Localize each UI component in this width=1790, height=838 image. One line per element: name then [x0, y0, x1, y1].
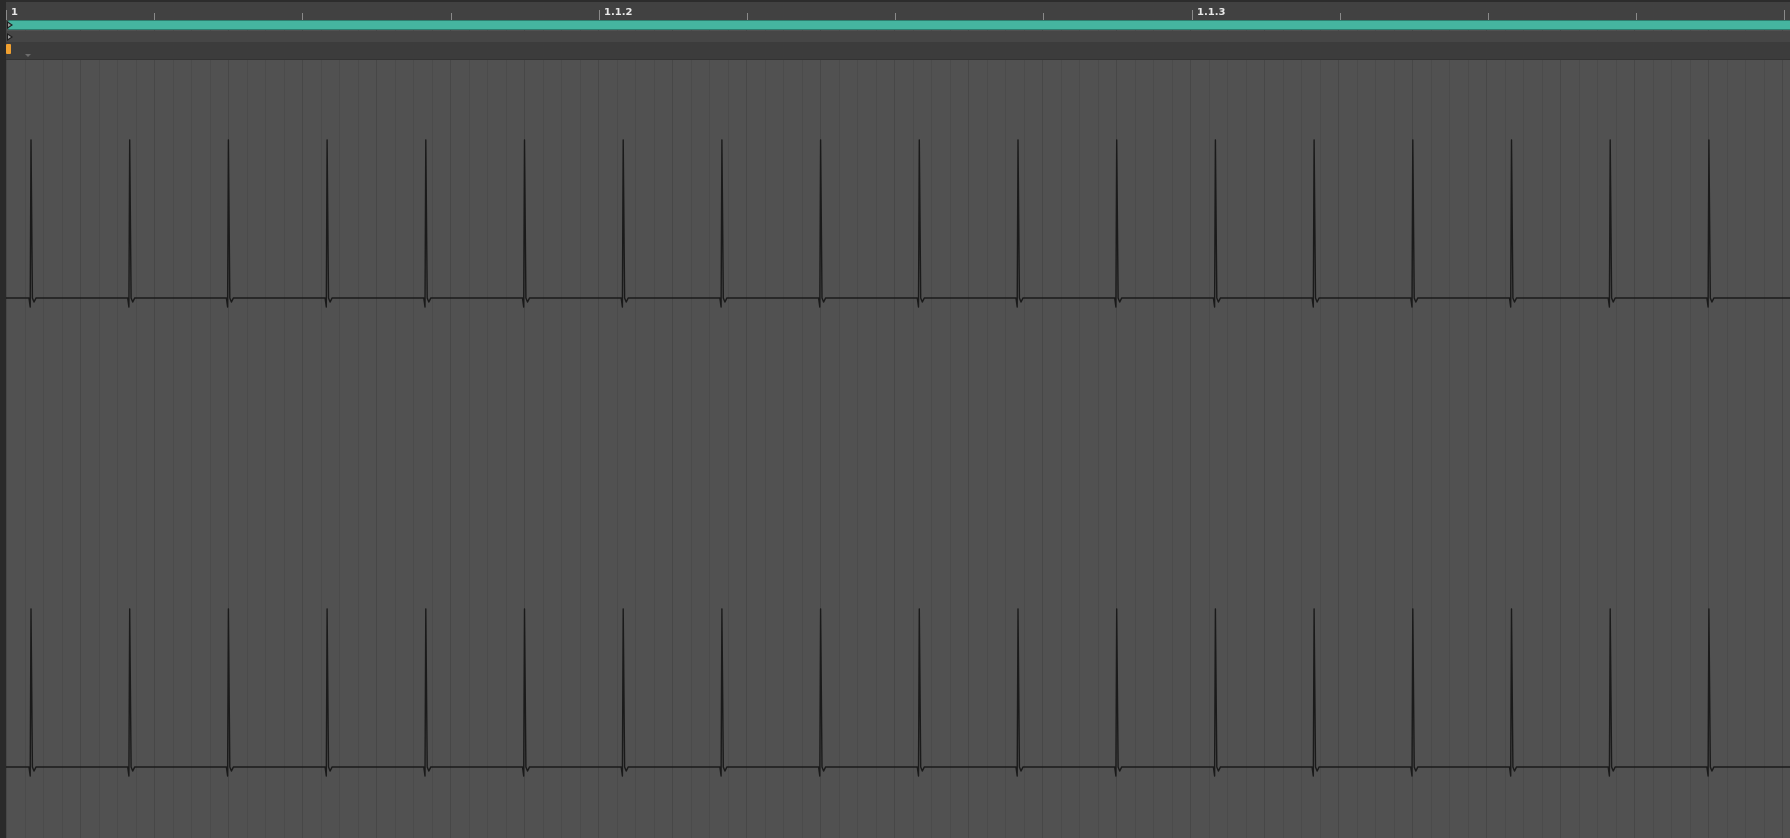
waveform-channel-left — [6, 139, 1790, 308]
waveform-channel-right — [6, 608, 1790, 777]
waveform-display[interactable] — [0, 0, 1790, 838]
clip-editor: 1 1.1.2 1.1.3 — [0, 0, 1790, 838]
